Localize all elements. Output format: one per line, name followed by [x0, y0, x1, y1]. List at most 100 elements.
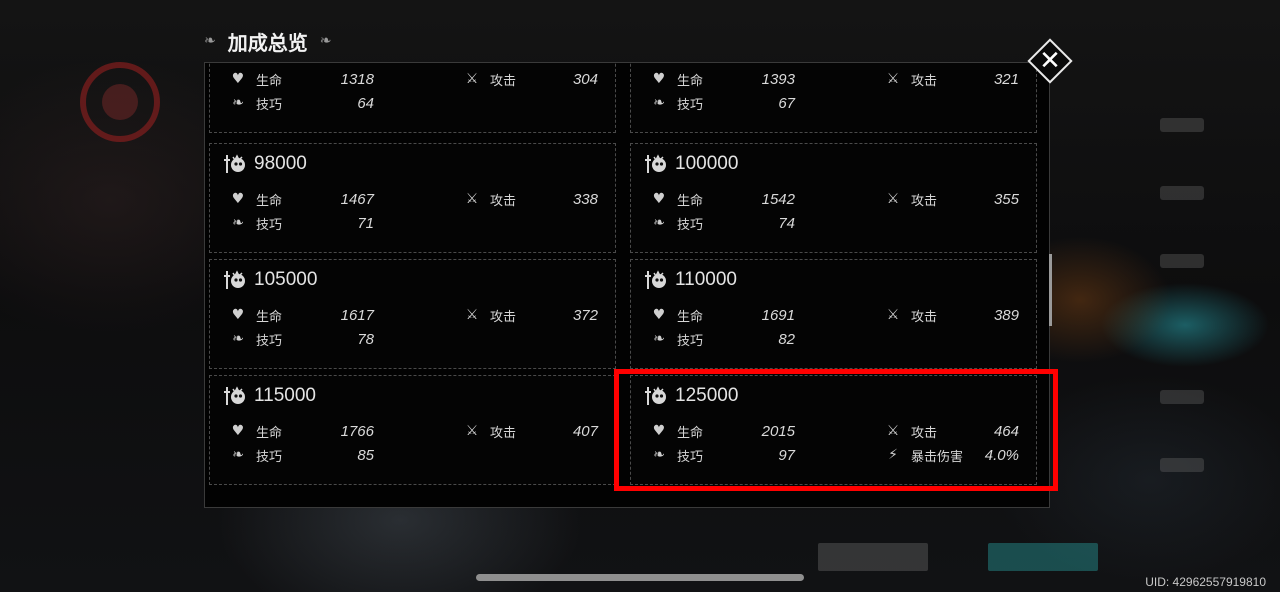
stat-row: ⚔ 攻击 321: [883, 69, 1033, 89]
stat-label: 生命: [677, 73, 704, 89]
stat-value: 82: [778, 330, 795, 348]
stat-row: ❧ 技巧 78: [228, 329, 378, 349]
stat-value: 67: [778, 94, 795, 112]
stat-label: 技巧: [256, 217, 283, 233]
heart-icon: ♥: [652, 191, 666, 207]
card-header: 115000: [224, 384, 316, 408]
combat-power-icon: [224, 385, 248, 407]
stat-row: ♥ 生命 1542: [649, 189, 799, 209]
stat-label: 生命: [677, 193, 704, 209]
home-indicator[interactable]: [476, 574, 804, 581]
stat-row: ⚔ 攻击 407: [462, 421, 612, 441]
stat-label: 攻击: [911, 73, 938, 89]
stat-row: ♥ 生命 1318: [228, 69, 378, 89]
stat-label: 攻击: [490, 425, 517, 441]
stat-label: 攻击: [490, 309, 517, 325]
stat-row: ♥ 生命 1766: [228, 421, 378, 441]
ornament-right-icon: ❧: [319, 33, 332, 49]
stat-row: ⚔ 攻击 372: [462, 305, 612, 325]
crossed-swords-icon: ⚔: [465, 307, 479, 323]
stat-row: ⚔ 攻击 355: [883, 189, 1033, 209]
combat-power-threshold: 115000: [254, 385, 316, 406]
stat-value: 64: [357, 94, 374, 112]
close-button[interactable]: ✕: [1027, 38, 1073, 84]
card-header: 105000: [224, 268, 317, 292]
card-header: 110000: [645, 268, 737, 292]
stat-value: 74: [778, 214, 795, 232]
stat-value: 71: [357, 214, 374, 232]
stat-row: ♥ 生命 1393: [649, 69, 799, 89]
stat-label: 攻击: [490, 73, 517, 89]
stat-row: ⚔ 攻击 338: [462, 189, 612, 209]
bonus-card: 98000 ♥ 生命 1467 ⚔ 攻击 338 ❧ 技巧 71: [209, 143, 616, 253]
stat-value: 355: [993, 190, 1019, 208]
bg-side-item: [1160, 254, 1204, 268]
combat-power-icon: [224, 269, 248, 291]
stat-value: 1766: [340, 422, 374, 440]
technique-icon: ❧: [232, 95, 244, 111]
combat-power-icon: [645, 269, 669, 291]
technique-icon: ❧: [653, 95, 665, 111]
stat-value: 1691: [761, 306, 795, 324]
combat-power-threshold: 100000: [675, 153, 739, 174]
bg-button: [818, 543, 928, 571]
stat-row: ♥ 生命 1467: [228, 189, 378, 209]
heart-icon: ♥: [231, 307, 245, 323]
panel-title: 加成总览: [227, 30, 308, 55]
combat-power-icon: [645, 153, 669, 175]
panel-header: ❧ 加成总览 ❧: [204, 28, 332, 55]
stat-value: 407: [572, 422, 598, 440]
heart-icon: ♥: [231, 423, 245, 439]
stat-value: 78: [357, 330, 374, 348]
stat-value: 1467: [340, 190, 374, 208]
bg-side-item: [1160, 458, 1204, 472]
combat-power-threshold: 98000: [254, 153, 307, 174]
technique-icon: ❧: [232, 215, 244, 231]
stat-row: ⚔ 攻击 304: [462, 69, 612, 89]
crossed-swords-icon: ⚔: [465, 71, 479, 87]
technique-icon: ❧: [653, 331, 665, 347]
crossed-swords-icon: ⚔: [886, 71, 900, 87]
stat-value: 338: [572, 190, 598, 208]
heart-icon: ♥: [231, 71, 245, 87]
stat-row: ♥ 生命 1617: [228, 305, 378, 325]
stat-label: 生命: [256, 73, 283, 89]
stat-value: 389: [993, 306, 1019, 324]
stat-label: 技巧: [677, 217, 704, 233]
stat-row: ♥ 生命 1691: [649, 305, 799, 325]
technique-icon: ❧: [232, 447, 244, 463]
card-header: 98000: [224, 152, 307, 176]
combat-power-threshold: 110000: [675, 269, 737, 290]
bg-side-item: [1160, 118, 1204, 132]
ornament-left-icon: ❧: [204, 33, 216, 49]
heart-icon: ♥: [652, 307, 666, 323]
combat-power-icon: [224, 153, 248, 175]
bonus-card: ♥ 生命 1318 ⚔ 攻击 304 ❧ 技巧 64: [209, 63, 616, 133]
technique-icon: ❧: [232, 331, 244, 347]
card-header: 100000: [645, 152, 738, 176]
crossed-swords-icon: ⚔: [886, 307, 900, 323]
scrollbar[interactable]: [1049, 254, 1052, 326]
bonus-card: 110000 ♥ 生命 1691 ⚔ 攻击 389 ❧ 技巧 82: [630, 259, 1037, 369]
crossed-swords-icon: ⚔: [465, 423, 479, 439]
stat-label: 攻击: [490, 193, 517, 209]
technique-icon: ❧: [653, 215, 665, 231]
stat-label: 技巧: [256, 333, 283, 349]
bonus-card: 115000 ♥ 生命 1766 ⚔ 攻击 407 ❧ 技巧 85: [209, 375, 616, 485]
stat-label: 技巧: [677, 97, 704, 113]
close-icon: ✕: [1039, 46, 1061, 76]
faction-emblem-icon: [80, 62, 160, 142]
stat-label: 技巧: [677, 333, 704, 349]
stat-value: 1542: [761, 190, 795, 208]
bg-side-item: [1160, 186, 1204, 200]
stat-row: ❧ 技巧 82: [649, 329, 799, 349]
stat-value: 1617: [340, 306, 374, 324]
stat-value: 304: [572, 70, 598, 88]
stat-value: 85: [357, 446, 374, 464]
stat-value: 1393: [761, 70, 795, 88]
crossed-swords-icon: ⚔: [886, 191, 900, 207]
stat-label: 生命: [256, 193, 283, 209]
stat-label: 技巧: [256, 449, 283, 465]
stat-value: 321: [993, 70, 1019, 88]
combat-power-threshold: 105000: [254, 269, 318, 290]
